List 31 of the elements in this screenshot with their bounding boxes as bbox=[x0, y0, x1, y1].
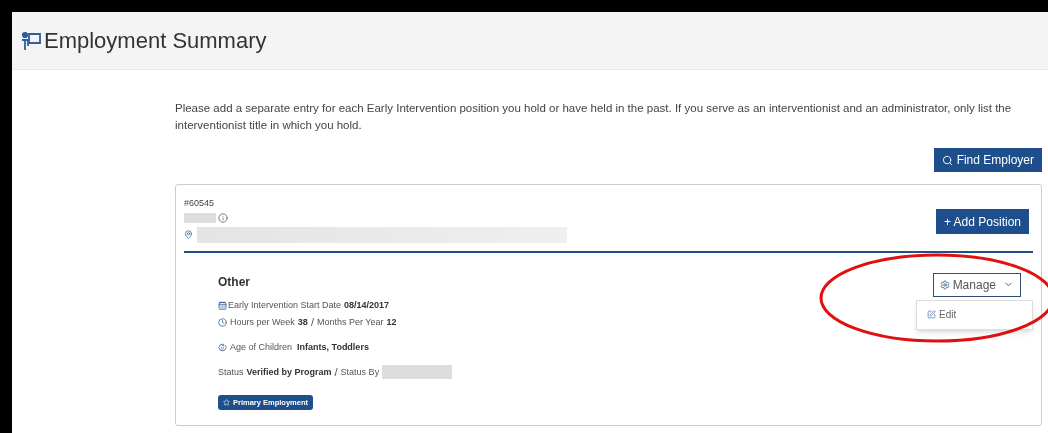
months-value: 12 bbox=[386, 315, 397, 329]
months-label: Months Per Year bbox=[316, 315, 384, 329]
redacted-status-by bbox=[382, 365, 453, 380]
age-value: Infants, Toddlers bbox=[297, 340, 369, 354]
page-title: Employment Summary bbox=[44, 27, 267, 55]
hours-label: Hours per Week bbox=[230, 315, 295, 329]
location-icon bbox=[184, 230, 193, 239]
age-label: Age of Children bbox=[230, 340, 293, 354]
gears-icon bbox=[939, 279, 950, 290]
clock-icon bbox=[218, 317, 227, 327]
search-icon bbox=[941, 154, 953, 166]
status-label: Status bbox=[218, 365, 244, 379]
manage-button[interactable]: Manage bbox=[932, 272, 1021, 297]
start-date-value: 08/14/2017 bbox=[344, 298, 390, 312]
info-icon bbox=[218, 212, 228, 223]
start-date-label: Early Intervention Start Date bbox=[228, 298, 342, 312]
find-employer-button[interactable]: Find Employer bbox=[933, 148, 1042, 172]
instructions-text: Please add a separate entry for each Early Intervention position you hold or have held in the past. If you serve as an interventionist and an administrator, only list the interventionist title in which you hold. bbox=[175, 101, 1013, 133]
status-value: Verified by Program bbox=[246, 365, 332, 379]
add-position-button[interactable]: + Add Position bbox=[935, 209, 1029, 234]
presenter-icon bbox=[20, 29, 42, 52]
status-by-label: Status By bbox=[340, 365, 380, 379]
separator: / bbox=[334, 365, 338, 380]
calendar-icon bbox=[218, 300, 227, 310]
hours-value: 38 bbox=[297, 315, 308, 329]
menu-item[interactable]: Edit bbox=[917, 306, 1032, 323]
employer-number: #60545 bbox=[184, 197, 216, 210]
edit-icon bbox=[927, 310, 936, 319]
position-title: Other bbox=[218, 273, 251, 291]
separator: / bbox=[310, 315, 314, 330]
redacted-name bbox=[184, 212, 216, 223]
